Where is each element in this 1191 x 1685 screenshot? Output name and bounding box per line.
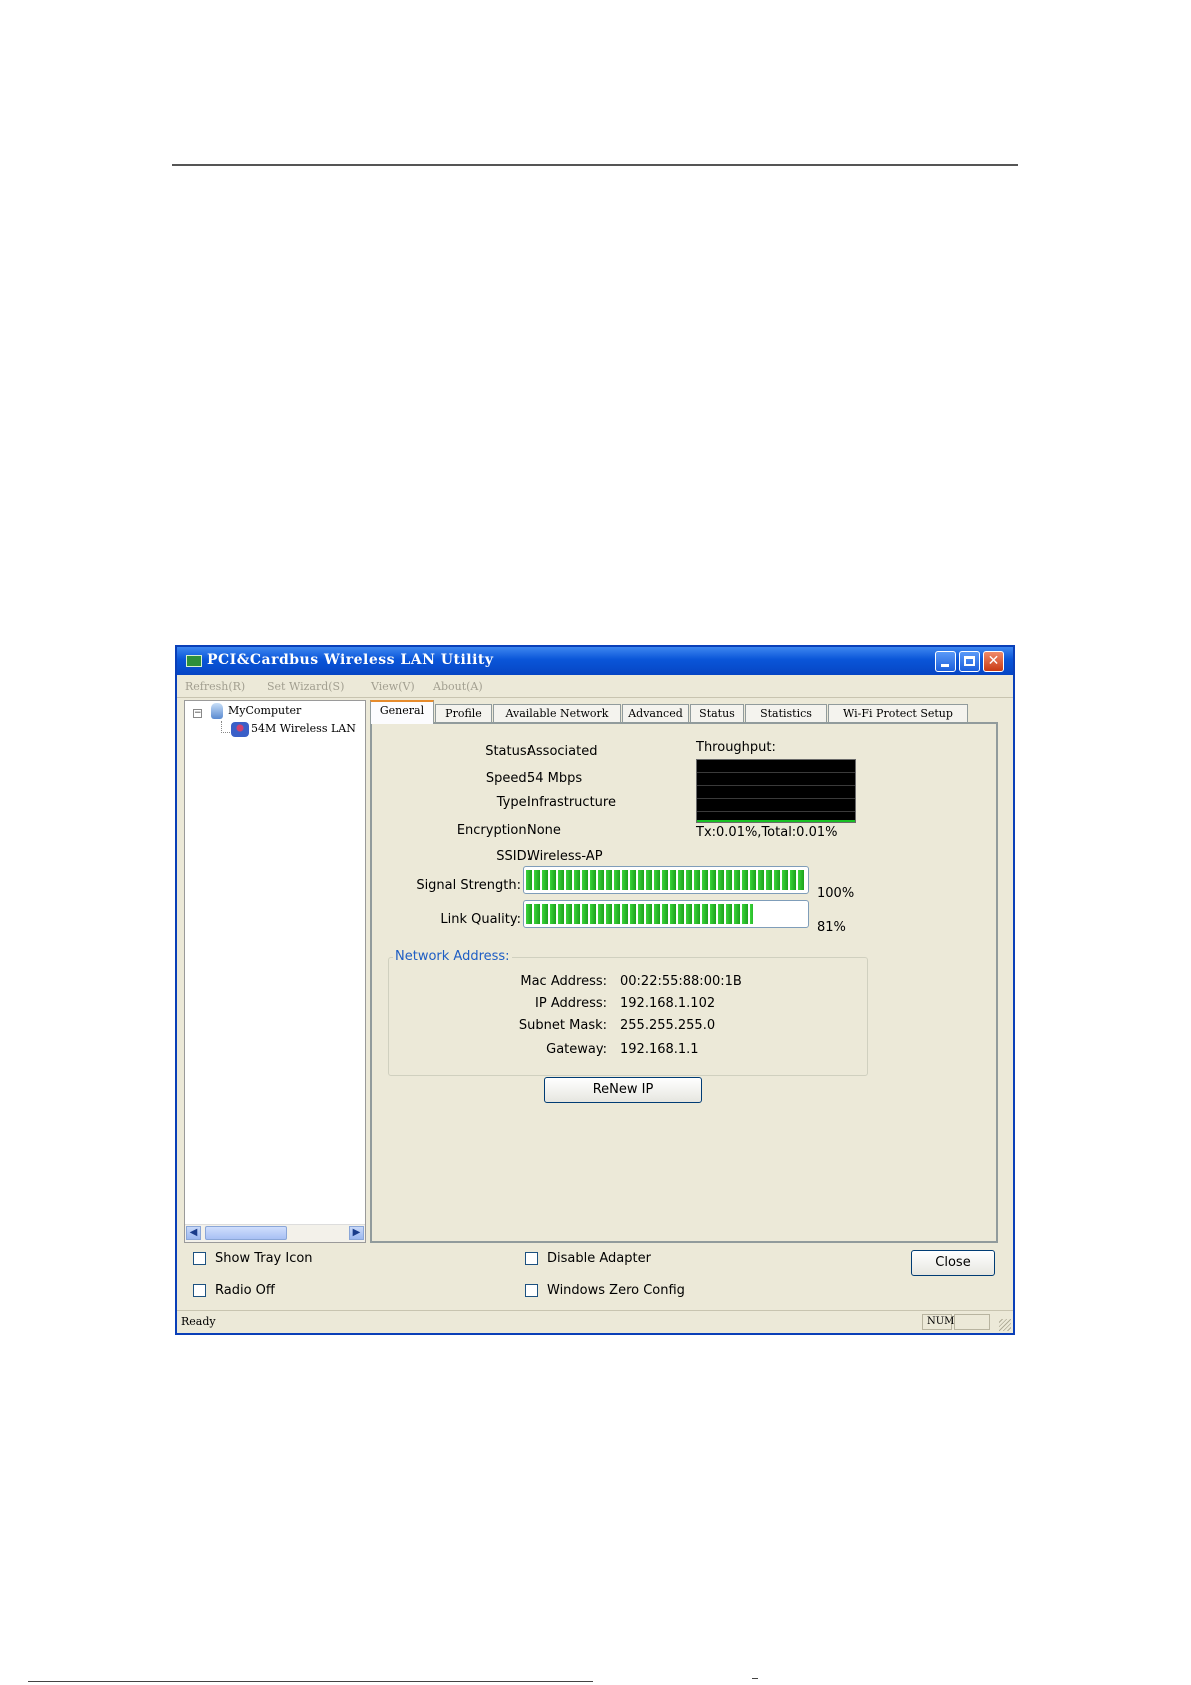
throughput-label: Throughput:	[696, 740, 776, 755]
graph-gridline	[697, 811, 855, 812]
collapse-icon[interactable]: −	[193, 709, 202, 718]
menu-view[interactable]: View(V)	[371, 680, 415, 693]
status-label: Status:	[485, 744, 531, 759]
subnet-mask-label: Subnet Mask:	[518, 1018, 607, 1033]
tree-item-wireless-lan[interactable]: 54M Wireless LAN	[251, 722, 356, 735]
graph-gridline	[697, 772, 855, 773]
disable-adapter-label: Disable Adapter	[547, 1251, 651, 1266]
link-quality-value: 81%	[817, 920, 846, 935]
throughput-graph	[696, 759, 856, 823]
tab-statistics[interactable]: Statistics	[745, 704, 827, 723]
speed-label: Speed:	[485, 771, 531, 786]
tree-connector	[221, 732, 230, 733]
network-address-title: Network Address:	[393, 949, 512, 964]
tab-available-network[interactable]: Available Network	[493, 704, 621, 723]
utility-window: PCI&Cardbus Wireless LAN Utility ✕ Refre…	[175, 645, 1015, 1335]
scroll-thumb[interactable]	[205, 1226, 287, 1240]
network-address-group: Network Address: Mac Address: 00:22:55:8…	[388, 949, 868, 1076]
graph-gridline	[697, 785, 855, 786]
disable-adapter-checkbox[interactable]	[525, 1252, 538, 1265]
status-text: Ready	[181, 1315, 216, 1328]
tree-item-mycomputer[interactable]: MyComputer	[228, 704, 301, 717]
status-value: Associated	[527, 744, 598, 759]
close-window-button[interactable]: ✕	[983, 651, 1004, 672]
signal-strength-meter	[523, 866, 809, 894]
windows-zero-config-checkbox[interactable]	[525, 1284, 538, 1297]
type-value: Infrastructure	[527, 795, 616, 810]
speed-value: 54 Mbps	[527, 771, 583, 786]
ssid-value: Wireless-AP	[527, 849, 603, 864]
menu-bar: Refresh(R) Set Wizard(S) View(V) About(A…	[177, 677, 1013, 698]
close-icon: ✕	[987, 653, 1000, 669]
ssid-label: SSID:	[496, 849, 531, 864]
title-bar[interactable]: PCI&Cardbus Wireless LAN Utility ✕	[177, 647, 1013, 675]
ip-address-value: 192.168.1.102	[620, 996, 716, 1011]
type-label: Type:	[496, 795, 531, 810]
resize-grip-icon[interactable]	[999, 1319, 1011, 1331]
signal-strength-value: 100%	[817, 886, 855, 901]
show-tray-icon-checkbox[interactable]	[193, 1252, 206, 1265]
windows-zero-config-label: Windows Zero Config	[547, 1283, 685, 1298]
tab-wifi-protect-setup[interactable]: Wi-Fi Protect Setup	[828, 704, 968, 723]
minimize-icon	[941, 664, 949, 667]
link-quality-label: Link Quality:	[440, 912, 521, 927]
page-header-rule	[172, 164, 1018, 166]
general-tab-content: Status: Associated Speed: 54 Mbps Type: …	[370, 722, 998, 1243]
maximize-button[interactable]	[959, 651, 980, 672]
radio-off-label: Radio Off	[215, 1283, 275, 1298]
settings-panel: General Profile Available Network Advanc…	[370, 700, 1010, 1243]
menu-about[interactable]: About(A)	[433, 680, 483, 693]
page-footer-mark	[752, 1678, 758, 1682]
menu-refresh[interactable]: Refresh(R)	[185, 680, 245, 693]
window-title: PCI&Cardbus Wireless LAN Utility	[207, 652, 494, 668]
throughput-trace	[697, 820, 855, 822]
tab-advanced[interactable]: Advanced	[622, 704, 689, 723]
status-pane-empty	[954, 1314, 990, 1330]
menu-set-wizard[interactable]: Set Wizard(S)	[267, 680, 344, 693]
maximize-icon	[964, 656, 975, 666]
signal-strength-fill	[526, 870, 806, 890]
tree-horizontal-scrollbar[interactable]: ◀ ▶	[185, 1224, 365, 1242]
encryption-value: None	[527, 823, 561, 838]
signal-strength-label: Signal Strength:	[416, 878, 521, 893]
gateway-value: 192.168.1.1	[620, 1042, 699, 1057]
radio-off-checkbox[interactable]	[193, 1284, 206, 1297]
gateway-label: Gateway:	[546, 1042, 607, 1057]
tab-status[interactable]: Status	[690, 704, 744, 723]
mac-address-label: Mac Address:	[520, 974, 607, 989]
scroll-left-icon[interactable]: ◀	[186, 1226, 201, 1240]
scroll-right-icon[interactable]: ▶	[349, 1226, 364, 1240]
tab-general[interactable]: General	[370, 700, 434, 724]
link-quality-fill	[526, 904, 753, 924]
mac-address-value: 00:22:55:88:00:1B	[620, 974, 742, 989]
device-tree: − MyComputer 54M Wireless LAN ◀ ▶	[184, 700, 366, 1243]
minimize-button[interactable]	[935, 651, 956, 672]
encryption-label: Encryption:	[456, 823, 531, 838]
status-bar: Ready NUM	[177, 1310, 1013, 1333]
ip-address-label: IP Address:	[535, 996, 607, 1011]
num-lock-indicator: NUM	[922, 1314, 954, 1330]
graph-gridline	[697, 798, 855, 799]
show-tray-icon-label: Show Tray Icon	[215, 1251, 313, 1266]
computer-icon	[211, 703, 223, 719]
page-footer-rule	[28, 1681, 593, 1682]
tab-strip: General Profile Available Network Advanc…	[370, 700, 1010, 724]
renew-ip-button[interactable]: ReNew IP	[544, 1077, 702, 1103]
subnet-mask-value: 255.255.255.0	[620, 1018, 716, 1033]
tab-profile[interactable]: Profile	[435, 704, 492, 723]
close-button[interactable]: Close	[911, 1250, 995, 1276]
network-card-icon	[186, 655, 202, 667]
throughput-value: Tx:0.01%,Total:0.01%	[696, 825, 838, 840]
link-quality-meter	[523, 900, 809, 928]
wireless-adapter-icon	[231, 722, 249, 737]
